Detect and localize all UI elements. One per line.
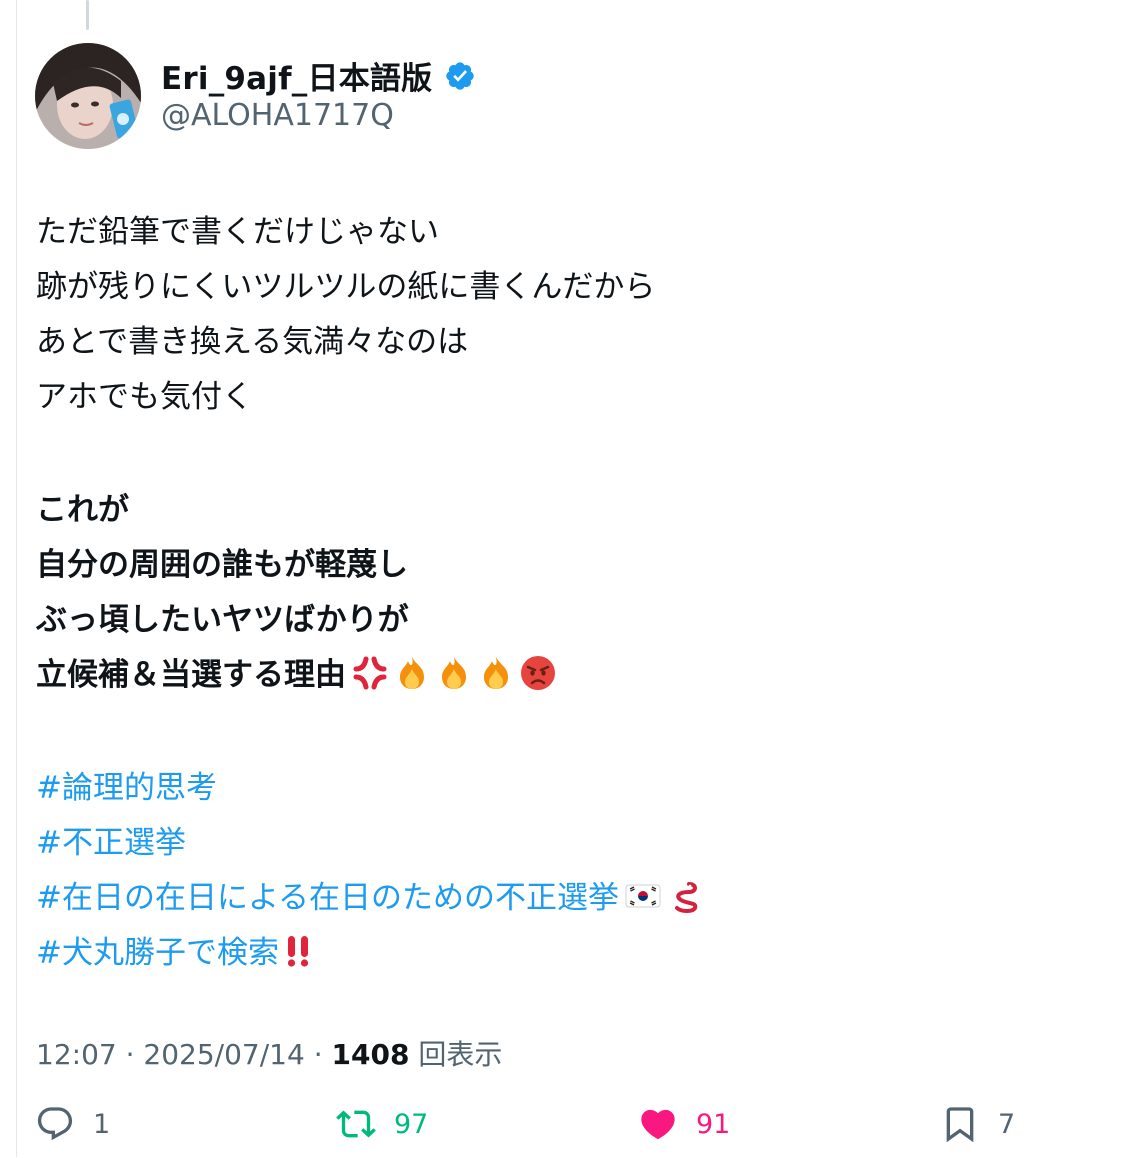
hashtag-line: #論理的思考 — [36, 761, 1106, 816]
tweet-text-line: アホでも気付く — [36, 379, 253, 415]
tweet-paragraph-2: これが 自分の周囲の誰もが軽蔑し ぶっ頃したいヤツばかりが 立候補＆当選する理由 — [36, 483, 1106, 703]
retweet-count: 97 — [394, 1108, 429, 1140]
heart-icon — [641, 1109, 675, 1140]
author-display-name[interactable]: Eri_9ajf_日本語版 — [161, 53, 432, 98]
hashtag-list: #論理的思考 #不正選挙 #在日の在日による在日のための不正選挙 #犬丸勝子で検… — [36, 761, 1106, 981]
fire-icon — [484, 657, 508, 689]
korean-flag-icon — [625, 884, 661, 908]
tweet-text-line: 自分の周囲の誰もが軽蔑し — [36, 547, 408, 583]
reply-count: 1 — [93, 1108, 111, 1140]
hashtag-link[interactable]: #在日の在日による在日のための不正選挙 — [36, 880, 619, 916]
hashtag-link[interactable]: #論理的思考 — [36, 770, 217, 806]
snake-icon — [675, 882, 698, 913]
tweet-date[interactable]: 2025/07/14 — [143, 1038, 304, 1071]
retweet-button[interactable]: 97 — [336, 1104, 428, 1144]
tweet-text-line: これが — [36, 492, 129, 528]
tweet-time[interactable]: 12:07 — [36, 1038, 117, 1071]
hashtag-link[interactable]: #犬丸勝子で検索 — [36, 935, 279, 971]
meta-separator: · — [125, 1038, 144, 1071]
fire-icon — [400, 657, 424, 689]
tweet-paragraph-1: ただ鉛筆で書くだけじゃない 跡が残りにくいツルツルの紙に書くんだから あとで書き… — [36, 205, 1106, 425]
pouting-face-icon — [521, 656, 555, 690]
tweet-meta: 12:07 · 2025/07/14 · 1408 回表示 — [36, 1033, 502, 1073]
reply-button[interactable]: 1 — [35, 1104, 110, 1144]
bookmark-button[interactable]: 7 — [940, 1104, 1015, 1144]
tweet-text-line-with-emoji: 立候補＆当選する理由 — [36, 648, 1106, 703]
author-handle[interactable]: @ALOHA1717Q — [161, 98, 394, 133]
retweet-icon — [336, 1110, 376, 1138]
tweet-text-line: あとで書き換える気満々なのは — [36, 324, 469, 360]
reply-icon — [37, 1107, 73, 1141]
anger-symbol-icon — [353, 656, 387, 690]
author-name-row[interactable]: Eri_9ajf_日本語版 — [161, 53, 476, 98]
meta-separator: · — [313, 1038, 332, 1071]
verified-badge-icon — [444, 60, 476, 92]
thread-connector-line — [86, 0, 89, 30]
tweet-text-line: ただ鉛筆で書くだけじゃない — [36, 214, 439, 250]
hashtag-line: #在日の在日による在日のための不正選挙 — [36, 871, 1106, 926]
hashtag-line: #犬丸勝子で検索 — [36, 926, 1106, 981]
views-count: 1408 — [331, 1038, 410, 1071]
like-count: 91 — [696, 1108, 731, 1140]
tweet-text: 立候補＆当選する理由 — [36, 657, 346, 693]
avatar-photo — [35, 43, 141, 149]
tweet-text-line: 跡が残りにくいツルツルの紙に書くんだから — [36, 269, 656, 305]
like-button[interactable]: 91 — [638, 1104, 730, 1144]
bookmark-icon — [946, 1107, 974, 1143]
hashtag-line: #不正選挙 — [36, 816, 1106, 871]
bookmark-count: 7 — [998, 1108, 1016, 1140]
tweet-text-line: ぶっ頃したいヤツばかりが — [36, 602, 409, 638]
avatar[interactable] — [35, 43, 141, 149]
double-exclamation-icon — [287, 936, 309, 967]
hashtag-link[interactable]: #不正選挙 — [36, 825, 186, 861]
tweet-actions: 1 97 91 7 — [0, 1104, 1139, 1158]
views-label: 回表示 — [418, 1038, 503, 1071]
fire-icon — [442, 657, 466, 689]
